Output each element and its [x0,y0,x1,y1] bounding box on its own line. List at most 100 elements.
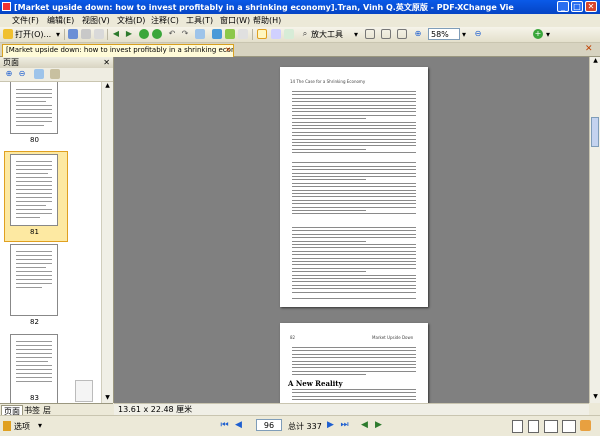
zoom-tool-dropdown-icon[interactable]: ▾ [354,29,358,40]
text-line [292,142,416,143]
hand-tool-icon[interactable] [257,29,267,39]
maximize-button[interactable]: □ [571,1,583,12]
open-folder-icon[interactable] [3,29,13,39]
scroll-up-icon[interactable]: ▲ [591,57,600,66]
facing-icon[interactable] [544,420,558,433]
text-line [292,367,416,368]
text-line [292,230,416,231]
zoom-out-icon[interactable]: ⊖ [473,29,483,39]
toolbar: 打开(O)... ▾ ◀ ▶ ↶ ↷ ⌕ 放大工具 ▾ ⊕ 58% ▾ ⊖ + … [0,27,600,43]
menu-comments[interactable]: 注释(C) [151,15,179,26]
open-dropdown-icon[interactable]: ▾ [56,29,60,40]
thumbnail-scrollbar[interactable]: ▲ ▼ [101,82,113,403]
options-button[interactable]: 选项 [14,421,30,432]
scroll-down-icon[interactable]: ▼ [591,393,600,402]
redo-icon[interactable]: ↷ [180,29,190,39]
zoom-tool-icon[interactable]: ⌕ [300,29,310,39]
page-thumbnail[interactable] [10,334,58,403]
document-tab-strip: [Market upside down: how to invest profi… [0,43,600,57]
text-line [292,234,416,235]
page-size-readout: 13.61 x 22.48 厘米 [118,404,192,415]
text-line [292,200,416,201]
previous-view-icon[interactable] [139,29,149,39]
zoom-level-field[interactable]: 58% [428,28,460,40]
thumb-menu-icon[interactable] [50,69,60,79]
add-icon[interactable]: + [533,29,543,39]
zoom-tool-button[interactable]: 放大工具 [311,29,343,40]
next-view-icon[interactable] [152,29,162,39]
more-tools-dropdown-icon[interactable]: ▾ [546,29,550,40]
thumb-zoom-in-icon[interactable]: ⊕ [4,69,14,79]
text-line [292,149,366,150]
text-line [292,98,416,99]
rotate-icon[interactable] [195,29,205,39]
current-page-field[interactable]: 96 [256,419,282,431]
text-line [292,247,416,248]
page-thumbnail[interactable] [10,244,58,316]
fit-width-icon[interactable] [397,29,407,39]
forward-icon[interactable]: ▶ [124,29,134,39]
next-view-icon[interactable]: ▶ [374,421,383,430]
text-line [292,254,416,255]
zoom-in-icon[interactable]: ⊕ [413,29,423,39]
fit-page-icon[interactable] [381,29,391,39]
menu-help[interactable]: 帮助(H) [253,15,281,26]
previous-view-icon[interactable]: ◀ [360,421,369,430]
thumb-options-icon[interactable] [34,69,44,79]
text-line [292,371,416,372]
tools-icon[interactable] [580,420,591,431]
undo-icon[interactable]: ↶ [167,29,177,39]
text-line [292,210,366,211]
menu-tools[interactable]: 工具(T) [186,15,213,26]
zoom-level-dropdown-icon[interactable]: ▾ [462,29,466,40]
options-icon[interactable] [3,421,11,431]
total-pages-label: 总计 337 [288,421,322,432]
menu-edit[interactable]: 编辑(E) [47,15,74,26]
document-tab[interactable]: [Market upside down: how to invest profi… [2,44,234,57]
scroll-up-icon[interactable]: ▲ [103,82,112,91]
actual-size-icon[interactable] [365,29,375,39]
menu-document[interactable]: 文档(D) [117,15,145,26]
page-thumbnail[interactable] [10,154,58,226]
thumb-zoom-out-icon[interactable]: ⊖ [17,69,27,79]
open-button[interactable]: 打开(O)... [15,29,51,40]
first-page-icon[interactable]: ⏮ [220,421,229,430]
close-document-icon[interactable]: ✕ [585,44,593,54]
save-icon[interactable] [68,29,78,39]
previous-page-icon[interactable]: ◀ [234,421,243,430]
close-button[interactable]: ✕ [585,1,597,12]
document-view[interactable]: 14 The Case for a Shrinking Economy 82 M… [114,57,589,403]
text-line [292,128,416,129]
back-icon[interactable]: ◀ [111,29,121,39]
text-line [292,364,416,365]
single-page-icon[interactable] [512,420,523,433]
close-tab-icon[interactable]: ✕ [225,45,231,56]
select-text-icon[interactable] [212,29,222,39]
snapshot-icon[interactable] [225,29,235,39]
document-vertical-scrollbar[interactable]: ▲ ▼ [589,57,600,403]
menu-window[interactable]: 窗口(W) [220,15,250,26]
menu-view[interactable]: 视图(V) [82,15,110,26]
document-tab-label: [Market upside down: how to invest profi… [3,46,234,54]
email-icon[interactable] [94,29,104,39]
scroll-down-icon[interactable]: ▼ [103,394,112,403]
page-thumbnail[interactable] [10,82,58,134]
panel-close-icon[interactable]: ✕ [103,57,110,68]
text-line [292,190,416,191]
text-line [292,268,416,269]
pages-panel-title: 页面 [0,58,19,67]
menu-bar: 文件(F) 编辑(E) 视图(V) 文档(D) 注释(C) 工具(T) 窗口(W… [0,14,600,27]
options-dropdown-icon[interactable]: ▾ [38,421,42,430]
next-page-icon[interactable]: ▶ [326,421,335,430]
scroll-thumb[interactable] [591,117,599,147]
menu-file[interactable]: 文件(F) [12,15,39,26]
last-page-icon[interactable]: ⏭ [340,421,349,430]
print-icon[interactable] [81,29,91,39]
minimize-button[interactable]: _ [557,1,569,12]
text-line [292,357,416,358]
select-tool-icon[interactable] [271,29,281,39]
facing-continuous-icon[interactable] [562,420,576,433]
snapshot-tool-icon[interactable] [284,29,294,39]
continuous-icon[interactable] [528,420,539,433]
dropdown-icon[interactable] [238,29,248,39]
